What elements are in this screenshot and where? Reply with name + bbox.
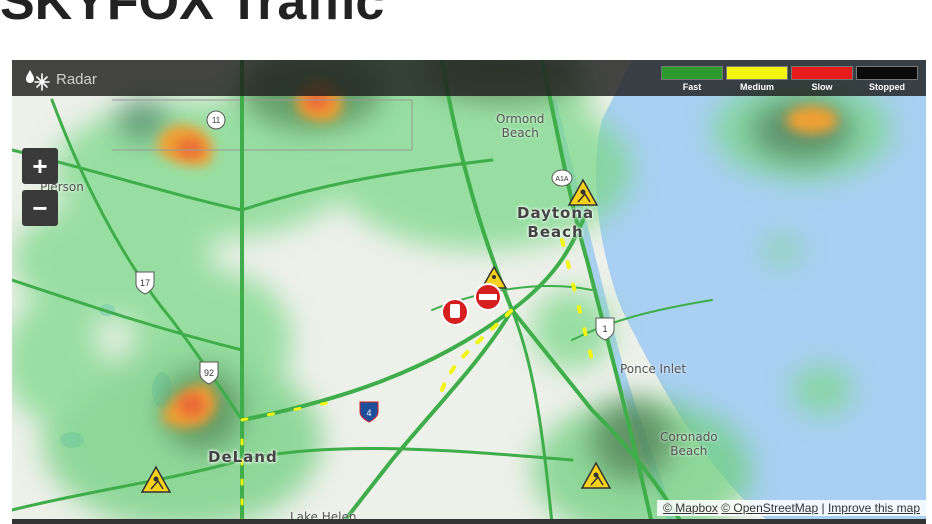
shield-a1a: A1A (551, 169, 573, 187)
radar-label: Radar (56, 70, 97, 88)
mapbox-link[interactable]: © Mapbox (663, 501, 718, 515)
place-daytona-line2: Beach (527, 223, 584, 241)
map-toolbar: Radar Fast Medium Slow Stopped (12, 60, 926, 96)
map-attribution: © Mapbox © OpenStreetMap | Improve this … (657, 500, 926, 516)
shield-us17-label: 17 (140, 278, 150, 288)
legend-medium-label: Medium (739, 82, 774, 92)
shield-sr11-label: 11 (212, 116, 221, 125)
traffic-legend: Fast Medium Slow Stopped (661, 66, 918, 92)
place-daytona-line1: Daytona (517, 204, 595, 222)
map-canvas[interactable]: 17 92 1 4 A1A 11 (12, 60, 926, 524)
legend-fast-label: Fast (682, 82, 702, 92)
page-title: SKYFOX Traffic (0, 0, 385, 31)
legend-medium: Medium (726, 66, 788, 92)
legend-fast: Fast (661, 66, 723, 92)
shield-i4-label: 4 (366, 408, 371, 418)
place-coronado-line1: Coronado (660, 430, 718, 444)
shield-a1a-label: A1A (555, 176, 569, 183)
traffic-map[interactable]: 17 92 1 4 A1A 11 Ormond Beach Daytona Be… (12, 60, 926, 524)
shield-sr11: 11 (206, 110, 226, 130)
place-ormond-line2: Beach (501, 126, 539, 140)
map-bottom-border (12, 519, 926, 524)
place-daytona-beach: Daytona Beach (517, 204, 594, 242)
legend-medium-swatch (726, 66, 788, 80)
radar-toggle[interactable]: Radar (24, 66, 97, 92)
place-deland: DeLand (208, 448, 278, 466)
road-closed-icon[interactable] (441, 298, 469, 326)
legend-stopped-label: Stopped (869, 82, 905, 92)
legend-stopped: Stopped (856, 66, 918, 92)
openstreetmap-link[interactable]: © OpenStreetMap (721, 501, 818, 515)
place-coronado-beach: Coronado Beach (660, 430, 718, 458)
shield-us1-label: 1 (602, 324, 607, 334)
place-ormond-line1: Ormond (496, 112, 545, 126)
legend-slow: Slow (791, 66, 853, 92)
place-ponce-inlet: Ponce Inlet (620, 362, 687, 376)
place-ormond-beach: Ormond Beach (496, 112, 544, 140)
place-coronado-line2: Beach (670, 444, 708, 458)
legend-fast-swatch (661, 66, 723, 80)
no-entry-icon[interactable] (474, 283, 502, 311)
legend-stopped-swatch (856, 66, 918, 80)
improve-map-link[interactable]: Improve this map (828, 501, 920, 515)
legend-slow-swatch (791, 66, 853, 80)
legend-slow-label: Slow (811, 82, 833, 92)
zoom-in-button[interactable]: + (22, 148, 58, 184)
snow-rain-icon (26, 70, 50, 91)
zoom-out-button[interactable]: − (22, 190, 58, 226)
attribution-separator: | (821, 501, 825, 515)
shield-us92-label: 92 (204, 368, 214, 378)
